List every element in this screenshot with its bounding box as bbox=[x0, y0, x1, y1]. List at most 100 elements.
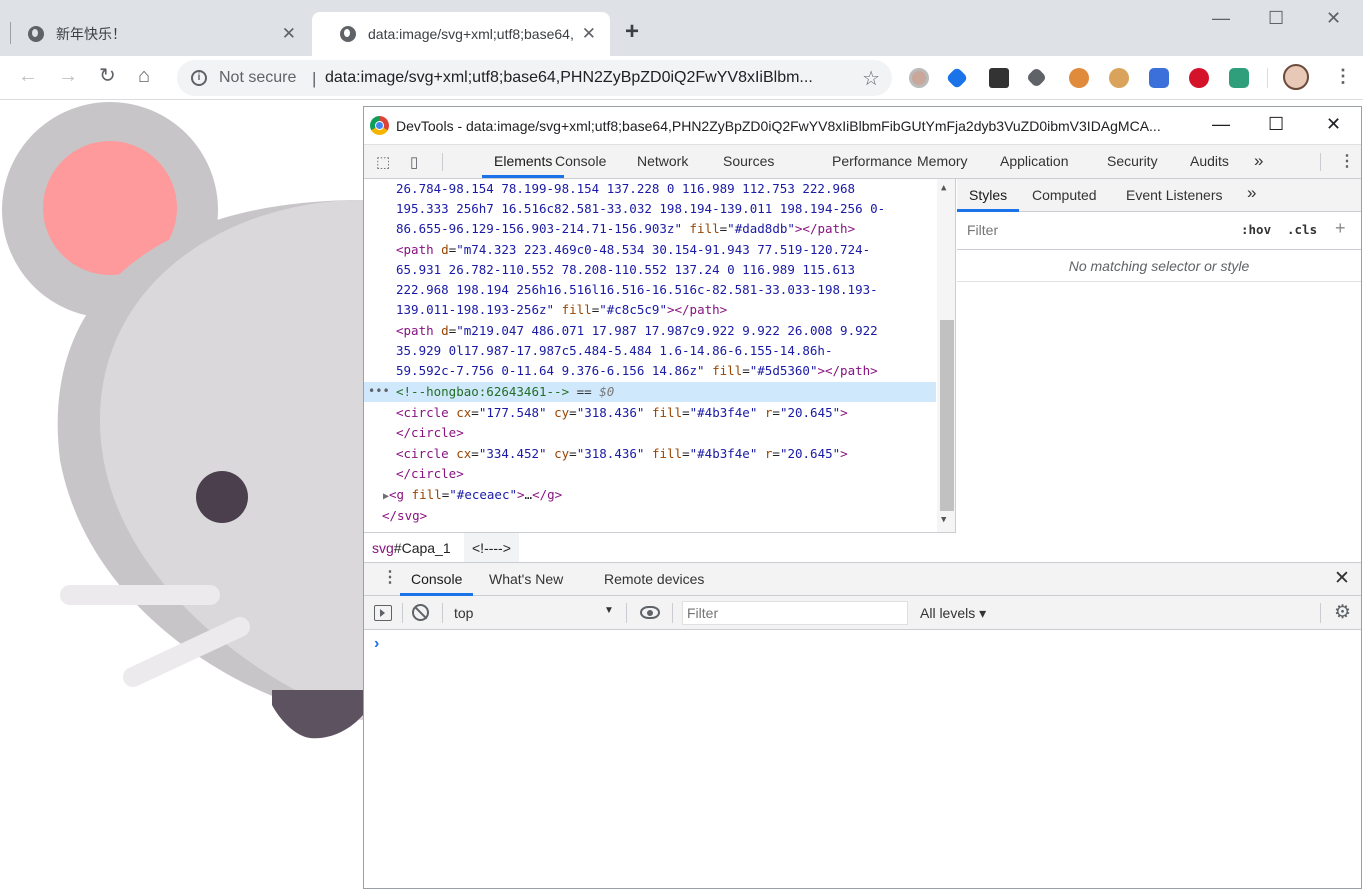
close-window-button[interactable]: ✕ bbox=[1326, 8, 1341, 29]
breadcrumb-svg[interactable]: svg#Capa_1 bbox=[372, 540, 451, 556]
tab-close-icon[interactable]: ✕ bbox=[282, 24, 296, 44]
browser-tab-active[interactable]: data:image/svg+xml;utf8;base64, ✕ bbox=[312, 12, 610, 56]
console-sidebar-icon[interactable] bbox=[374, 605, 392, 621]
attr-value: 318.436 bbox=[584, 405, 637, 420]
bookmark-star-icon[interactable]: ☆ bbox=[862, 66, 880, 91]
drawer-menu-icon[interactable]: ⋮ bbox=[382, 567, 398, 587]
url-text[interactable]: data:image/svg+xml;utf8;base64,PHN2ZyBpZ… bbox=[325, 69, 855, 87]
toolbar-divider bbox=[626, 603, 627, 623]
ext-translate-icon[interactable] bbox=[1149, 68, 1169, 88]
gear-icon[interactable]: ⚙ bbox=[1334, 601, 1351, 624]
device-toolbar-icon[interactable]: ▯ bbox=[410, 153, 428, 171]
path-d-end: 59.592c-7.756 0-11.64 9.376-6.156 14.86z… bbox=[396, 363, 705, 378]
browser-menu-icon[interactable]: ⋮ bbox=[1334, 66, 1352, 87]
new-tab-button[interactable]: + bbox=[625, 18, 639, 46]
forward-button[interactable]: → bbox=[58, 66, 78, 86]
ext-cookie-icon[interactable] bbox=[1109, 68, 1129, 88]
toolbar-divider bbox=[1267, 68, 1268, 88]
home-button[interactable]: ⌂ bbox=[138, 66, 150, 86]
tab-console[interactable]: Console bbox=[543, 145, 618, 178]
tab-title: 新年快乐！ bbox=[56, 26, 126, 42]
dom-node-circle[interactable]: <circle cx="177.548" cy="318.436" fill="… bbox=[396, 403, 848, 423]
tab-application[interactable]: Application bbox=[988, 145, 1081, 178]
no-match-message: No matching selector or style bbox=[957, 250, 1361, 282]
scroll-down-icon[interactable]: ▼ bbox=[941, 515, 946, 525]
live-expression-eye-icon[interactable] bbox=[640, 606, 660, 619]
more-tabs-icon[interactable]: » bbox=[1247, 183, 1256, 203]
code-line: 86.655-96.129-156.903-214.71-156.903z" f… bbox=[396, 221, 856, 236]
tab-styles[interactable]: Styles bbox=[957, 179, 1020, 212]
ext-adobe-icon[interactable] bbox=[1189, 68, 1209, 88]
clear-console-icon[interactable] bbox=[412, 604, 429, 621]
new-style-rule-icon[interactable]: + bbox=[1335, 218, 1346, 239]
ext-diamond-icon[interactable] bbox=[945, 66, 969, 90]
dom-node-path[interactable]: <path d="m74.323 223.469c0-48.534 30.154… bbox=[396, 240, 870, 260]
omnibox[interactable]: i Not secure | data:image/svg+xml;utf8;b… bbox=[177, 60, 892, 96]
inspect-element-icon[interactable]: ⬚ bbox=[376, 153, 394, 171]
omnibox-separator: | bbox=[312, 69, 317, 88]
console-filter-input[interactable] bbox=[682, 601, 908, 625]
back-button[interactable]: ← bbox=[18, 66, 38, 86]
cls-toggle[interactable]: .cls bbox=[1287, 222, 1317, 237]
tab-strip: 新年快乐！ ✕ data:image/svg+xml;utf8;base64, … bbox=[0, 0, 1363, 56]
dom-node-g[interactable]: ▶<g fill="#eceaec">…</g> bbox=[383, 485, 562, 507]
breadcrumb-comment[interactable]: <!----> bbox=[464, 533, 519, 563]
selected-dollar: $0 bbox=[599, 384, 615, 399]
more-tabs-icon[interactable]: » bbox=[1254, 151, 1263, 171]
security-label[interactable]: Not secure bbox=[219, 69, 296, 87]
dom-node-comment[interactable]: <!--hongbao:62643461--> == $0 bbox=[396, 382, 614, 402]
console-prompt[interactable]: › bbox=[374, 635, 379, 653]
log-levels-dropdown[interactable]: All levels ▾ bbox=[920, 605, 986, 622]
tab-close-icon[interactable]: ✕ bbox=[582, 24, 596, 44]
ext-owl-icon[interactable] bbox=[1069, 68, 1089, 88]
ext-circle-icon[interactable] bbox=[909, 68, 929, 88]
dom-node-svg-close[interactable]: </svg> bbox=[382, 506, 427, 526]
devtools-menu-icon[interactable]: ⋮ bbox=[1339, 151, 1355, 171]
devtools-window-title: DevTools - data:image/svg+xml;utf8;base6… bbox=[396, 118, 1161, 134]
styles-filter-row: :hov .cls + bbox=[957, 212, 1361, 250]
devtools-minimize-button[interactable]: — bbox=[1212, 114, 1230, 135]
tab-audits[interactable]: Audits bbox=[1178, 145, 1241, 178]
profile-avatar[interactable] bbox=[1283, 64, 1309, 90]
browser-tab-inactive[interactable]: 新年快乐！ ✕ bbox=[0, 12, 310, 56]
chevron-down-icon[interactable]: ▼ bbox=[604, 605, 614, 616]
attr-value: #4b3f4e bbox=[697, 405, 750, 420]
ext-layers-icon[interactable] bbox=[1025, 66, 1048, 89]
context-selector[interactable]: top bbox=[454, 605, 473, 621]
path-fill-value: #dad8db bbox=[734, 221, 788, 236]
chrome-logo-icon bbox=[370, 116, 389, 135]
devtools-close-button[interactable]: ✕ bbox=[1326, 114, 1341, 135]
devtools-maximize-button[interactable]: ☐ bbox=[1268, 114, 1284, 135]
tab-sources[interactable]: Sources bbox=[711, 145, 786, 178]
tab-event-listeners[interactable]: Event Listeners bbox=[1114, 179, 1235, 212]
maximize-button[interactable]: ☐ bbox=[1268, 8, 1284, 29]
node-actions-icon[interactable]: ••• bbox=[368, 384, 390, 398]
tab-memory[interactable]: Memory bbox=[905, 145, 980, 178]
drawer-close-icon[interactable]: ✕ bbox=[1334, 567, 1350, 590]
styles-filter-input[interactable] bbox=[961, 218, 1227, 242]
scroll-up-icon[interactable]: ▲ bbox=[941, 183, 946, 193]
code-line: 195.333 256h7 16.516c82.581-33.032 198.1… bbox=[396, 201, 886, 216]
ext-s-icon[interactable] bbox=[1229, 68, 1249, 88]
tab-network[interactable]: Network bbox=[625, 145, 700, 178]
attr-value: 318.436 bbox=[584, 446, 637, 461]
dom-node-path[interactable]: <path d="m219.047 486.071 17.987 17.987c… bbox=[396, 321, 878, 341]
drawer-tab-remote-devices[interactable]: Remote devices bbox=[593, 563, 715, 596]
tab-computed[interactable]: Computed bbox=[1020, 179, 1109, 212]
mouse-eye bbox=[196, 471, 248, 523]
elements-scrollbar[interactable]: ▲ ▼ bbox=[937, 179, 955, 532]
attr-value: 334.452 bbox=[486, 446, 540, 461]
tab-divider bbox=[10, 22, 11, 44]
attr-value: 20.645 bbox=[787, 446, 833, 461]
dom-node-circle[interactable]: <circle cx="334.452" cy="318.436" fill="… bbox=[396, 444, 848, 464]
drawer-tab-console[interactable]: Console bbox=[400, 563, 474, 596]
info-icon[interactable]: i bbox=[191, 70, 207, 86]
minimize-button[interactable]: — bbox=[1212, 8, 1230, 29]
ext-camera-icon[interactable] bbox=[989, 68, 1009, 88]
tab-security[interactable]: Security bbox=[1095, 145, 1170, 178]
scrollbar-thumb[interactable] bbox=[940, 320, 954, 511]
reload-button[interactable]: ↻ bbox=[99, 66, 116, 86]
mouse-nose bbox=[272, 690, 363, 739]
hov-toggle[interactable]: :hov bbox=[1241, 222, 1271, 237]
drawer-tab-whats-new[interactable]: What's New bbox=[478, 563, 574, 596]
